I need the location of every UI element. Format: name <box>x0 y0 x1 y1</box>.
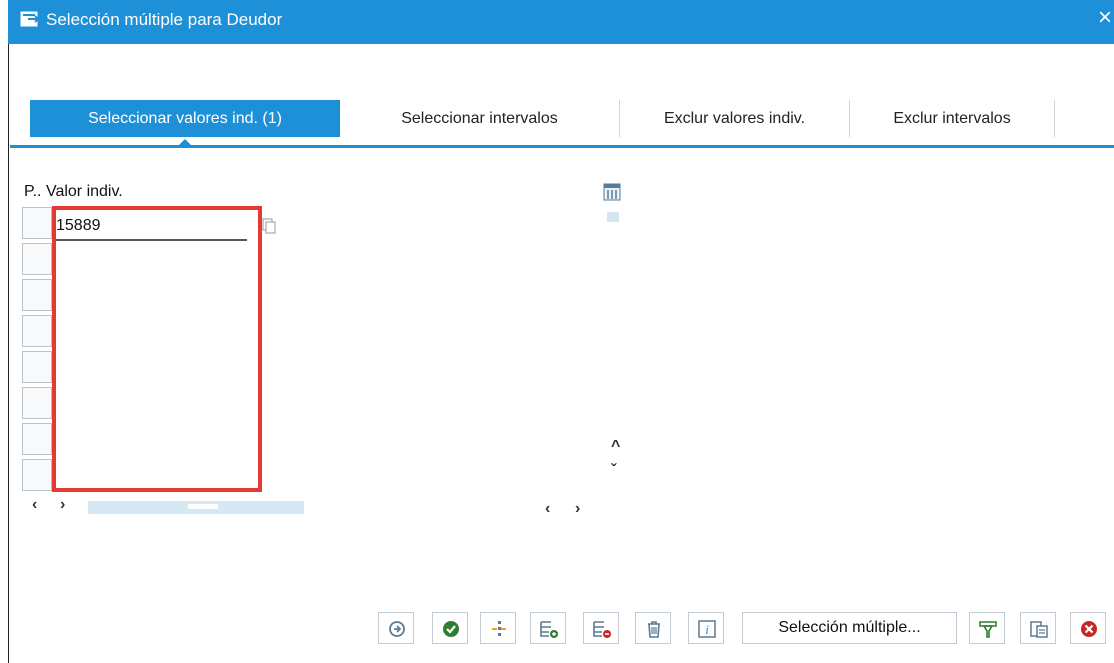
filter-button[interactable] <box>969 612 1005 644</box>
import-clipboard-icon <box>1030 621 1048 638</box>
filter-icon <box>979 621 997 638</box>
vertical-scrollbar-thumb[interactable] <box>607 212 619 222</box>
add-row-button[interactable] <box>530 612 566 644</box>
window-title: Selección múltiple para Deudor <box>46 10 283 29</box>
scroll-right-arrow[interactable]: › <box>60 496 65 514</box>
row-selector[interactable] <box>22 351 52 383</box>
delete-row-icon <box>593 621 611 638</box>
row-selector[interactable] <box>22 243 52 275</box>
execute-button[interactable] <box>378 612 414 644</box>
dialog-icon <box>20 11 40 27</box>
scroll-up-arrow[interactable]: ^ <box>611 438 620 456</box>
import-clipboard-button[interactable] <box>1020 612 1056 644</box>
tab-select-single-values[interactable]: Seleccionar valores ind. (1) <box>30 100 340 137</box>
row-selector[interactable] <box>22 279 52 311</box>
row-selector[interactable] <box>22 423 52 455</box>
table-settings-icon[interactable] <box>603 183 621 201</box>
tab-exclude-intervals[interactable]: Exclur intervalos <box>850 100 1055 137</box>
tab-select-intervals[interactable]: Seleccionar intervalos <box>340 100 620 137</box>
tab-underline <box>10 145 1114 148</box>
single-value-input[interactable] <box>52 213 247 241</box>
cancel-button[interactable] <box>1070 612 1106 644</box>
insert-line-icon <box>492 621 506 636</box>
scrollbar-thumb[interactable] <box>188 504 218 509</box>
trash-icon <box>648 621 660 638</box>
cancel-icon <box>1081 621 1097 637</box>
delete-all-button[interactable] <box>635 612 671 644</box>
insert-line-button[interactable] <box>480 612 516 644</box>
title-bar: Selección múltiple para Deudor × <box>8 0 1114 44</box>
row-selector[interactable] <box>22 315 52 347</box>
check-icon <box>443 621 459 637</box>
scroll-left-arrow[interactable]: ‹ <box>32 496 37 514</box>
close-icon[interactable]: × <box>1098 6 1112 30</box>
multiple-selection-icon[interactable] <box>262 218 276 234</box>
info-icon: i <box>698 620 716 638</box>
tab-exclude-single-values[interactable]: Exclur valores indiv. <box>620 100 850 137</box>
row-selector[interactable] <box>22 207 52 239</box>
horizontal-scrollbar[interactable] <box>88 501 304 514</box>
execute-icon <box>389 621 405 637</box>
page-right-arrow[interactable]: › <box>575 500 580 518</box>
column-headers: P.. Valor indiv. <box>24 183 123 201</box>
row-selector[interactable] <box>22 387 52 419</box>
svg-text:i: i <box>705 622 709 637</box>
row-selector[interactable] <box>22 459 52 491</box>
delete-row-button[interactable] <box>583 612 619 644</box>
page-left-arrow[interactable]: ‹ <box>545 500 550 518</box>
accept-button[interactable] <box>432 612 468 644</box>
column-header-position: P.. <box>24 183 42 200</box>
column-header-value: Valor indiv. <box>45 183 123 200</box>
info-button[interactable]: i <box>688 612 724 644</box>
multiple-selection-button[interactable]: Selección múltiple... <box>742 612 957 644</box>
scroll-down-arrow[interactable]: ˇ <box>611 462 616 480</box>
add-row-icon <box>540 621 558 638</box>
